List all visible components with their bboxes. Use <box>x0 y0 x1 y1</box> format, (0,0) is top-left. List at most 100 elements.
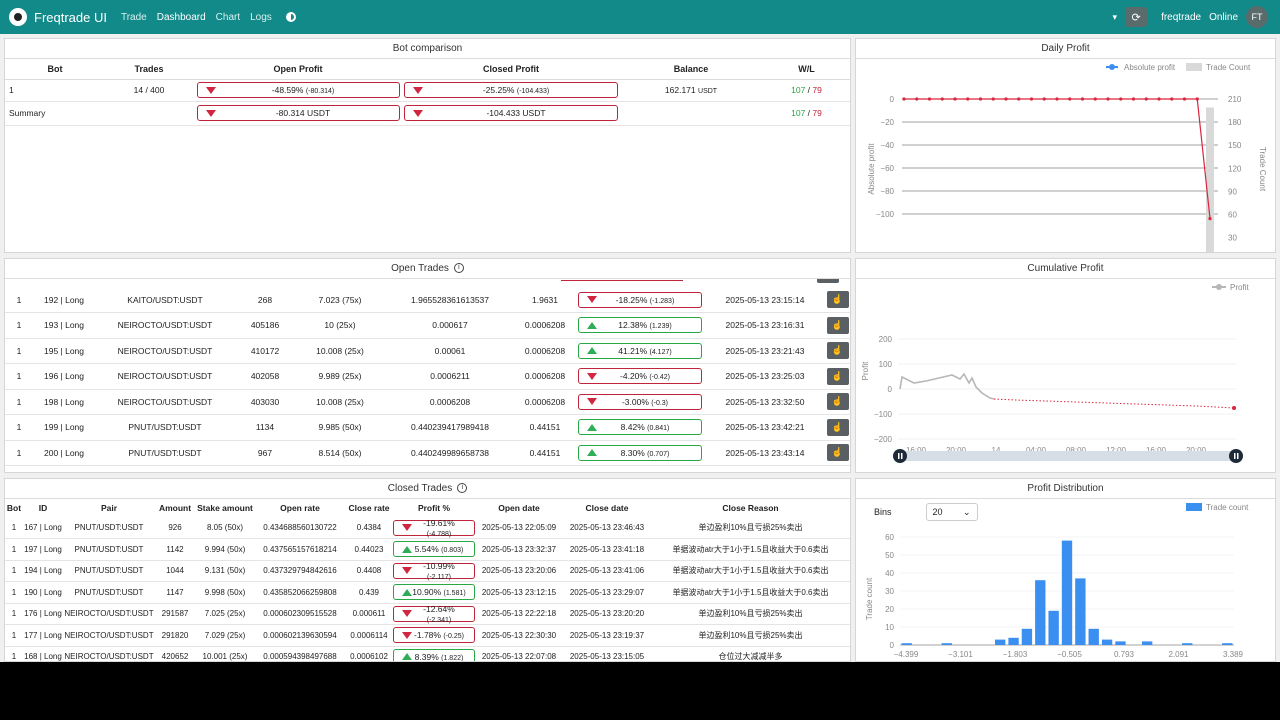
absolute-profit-point[interactable] <box>1131 97 1136 101</box>
table-row[interactable]: 1 195 | Long NEIROCTO/USDT:USDT 410172 10.00… <box>5 338 850 364</box>
col-id[interactable]: ID <box>23 499 63 517</box>
brand-title[interactable]: Freqtrade UI <box>34 10 107 25</box>
col-close-reason[interactable]: Close Reason <box>651 499 850 517</box>
trade-actions-button[interactable]: ☝ <box>826 444 849 462</box>
absolute-profit-point[interactable] <box>1208 217 1212 221</box>
absolute-profit-point[interactable] <box>1144 97 1148 101</box>
theme-toggle-icon[interactable] <box>285 12 296 22</box>
col-pair[interactable]: Pair <box>63 499 155 517</box>
absolute-profit-point[interactable] <box>1157 97 1161 101</box>
nav-link-trade[interactable]: Trade <box>121 12 147 23</box>
absolute-profit-line[interactable] <box>904 98 1211 219</box>
absolute-profit-point[interactable] <box>1119 97 1123 101</box>
absolute-profit-point[interactable] <box>1068 97 1072 101</box>
absolute-profit-point[interactable] <box>1017 97 1021 101</box>
trade-actions-button[interactable]: ☝ <box>826 367 849 385</box>
info-icon[interactable]: i <box>457 483 468 494</box>
histogram-bar[interactable] <box>1115 641 1126 645</box>
histogram-bar[interactable] <box>1021 628 1033 645</box>
table-row[interactable]: 1 168 | Long NEIROCTO/USDT:USDT 420652 10.00… <box>5 646 850 661</box>
absolute-profit-point[interactable] <box>1170 97 1174 101</box>
refresh-button[interactable]: ⟳ <box>1125 7 1148 27</box>
table-row[interactable]: 1 192 | Long KAITO/USDT:USDT 268 7.023 (75x)… <box>5 287 850 313</box>
absolute-profit-point[interactable] <box>915 97 919 101</box>
trade-actions-button[interactable]: ☝ <box>826 291 849 308</box>
table-row[interactable]: 1 177 | Long NEIROCTO/USDT:USDT 291820 7.029… <box>5 625 850 646</box>
histogram-bar[interactable] <box>1101 639 1113 645</box>
legend-trade-count[interactable]: Trade count <box>1206 503 1249 512</box>
histogram-bar[interactable] <box>1075 578 1086 645</box>
absolute-profit-point[interactable] <box>1055 97 1059 101</box>
cumulative-profit-line[interactable] <box>899 372 995 400</box>
absolute-profit-point[interactable] <box>1004 97 1008 101</box>
absolute-profit-point[interactable] <box>966 97 970 101</box>
legend-absolute-profit[interactable]: Absolute profit <box>1124 63 1176 72</box>
zoom-handle-right-icon[interactable] <box>1229 449 1243 463</box>
col-stake-amount[interactable]: Stake amount <box>195 499 255 517</box>
nav-link-dashboard[interactable]: Dashboard <box>157 12 206 23</box>
histogram-bar[interactable] <box>941 643 952 645</box>
col-open-profit[interactable]: Open Profit <box>193 59 403 79</box>
table-row[interactable]: 1 200 | Long PNUT/USDT:USDT 967 8.514 (50x) 0… <box>5 440 850 466</box>
absolute-profit-point[interactable] <box>991 97 995 101</box>
chevron-down-icon[interactable]: ▾ <box>1113 12 1118 23</box>
absolute-profit-point[interactable] <box>927 97 932 101</box>
col-balance[interactable]: Balance <box>619 59 763 79</box>
histogram-bar[interactable] <box>1061 540 1073 645</box>
info-icon[interactable]: i <box>453 263 464 274</box>
absolute-profit-point[interactable] <box>1106 97 1110 101</box>
avatar[interactable]: FT <box>1246 6 1268 28</box>
zoom-slider-track[interactable] <box>900 451 1236 461</box>
table-row[interactable]: 1 176 | Long NEIROCTO/USDT:USDT 291587 7.025… <box>5 603 850 625</box>
absolute-profit-point[interactable] <box>1042 97 1046 101</box>
nav-link-chart[interactable]: Chart <box>216 12 240 23</box>
col-close-rate[interactable]: Close rate <box>345 499 393 517</box>
cumulative-profit-endpoint[interactable] <box>1232 406 1236 410</box>
cumulative-profit-tail[interactable] <box>993 398 1235 409</box>
legend-profit[interactable]: Profit <box>1230 283 1249 292</box>
histogram-bar[interactable] <box>1141 641 1153 645</box>
col-bot[interactable]: Bot <box>5 499 23 517</box>
table-row[interactable]: 1 193 | Long NEIROCTO/USDT:USDT 405186 10 (2… <box>5 313 850 338</box>
histogram-bar[interactable] <box>1088 628 1099 645</box>
histogram-bar[interactable] <box>1008 637 1019 645</box>
trade-actions-button[interactable]: ☝ <box>826 316 849 334</box>
absolute-profit-point[interactable] <box>940 97 944 101</box>
table-row[interactable]: 1 194 | Long PNUT/USDT:USDT 1044 9.131 (50x)… <box>5 560 850 582</box>
table-row[interactable]: 1 190 | Long PNUT/USDT:USDT 1147 9.998 (50x)… <box>5 582 850 603</box>
col-profit[interactable]: Profit % <box>393 499 475 517</box>
table-row[interactable]: 1 198 | Long NEIROCTO/USDT:USDT 403030 10.00… <box>5 389 850 415</box>
col-open-date[interactable]: Open date <box>475 499 563 517</box>
table-row[interactable]: 1 197 | Long PNUT/USDT:USDT 1142 9.994 (50x)… <box>5 539 850 560</box>
col-open-rate[interactable]: Open rate <box>255 499 345 517</box>
histogram-bar[interactable] <box>1182 643 1193 645</box>
absolute-profit-point[interactable] <box>978 97 983 101</box>
col-closed-profit[interactable]: Closed Profit <box>403 59 619 79</box>
absolute-profit-point[interactable] <box>1080 97 1085 101</box>
col-amount[interactable]: Amount <box>155 499 195 517</box>
absolute-profit-point[interactable] <box>953 97 957 101</box>
daily-profit-chart[interactable]: Absolute profit Trade Count Absolute pro… <box>856 59 1276 253</box>
absolute-profit-point[interactable] <box>1195 97 1199 101</box>
col-bot[interactable]: Bot <box>5 59 105 79</box>
trade-count-bar[interactable] <box>1206 107 1214 253</box>
table-row[interactable]: 1 196 | Long NEIROCTO/USDT:USDT 402058 9.989… <box>5 364 850 389</box>
trade-actions-button[interactable]: ☝ <box>826 393 849 411</box>
trade-actions-button[interactable]: ☝ <box>826 418 849 436</box>
histogram-bar[interactable] <box>901 643 912 645</box>
histogram-bar[interactable] <box>995 639 1006 645</box>
absolute-profit-point[interactable] <box>1093 97 1097 101</box>
cumulative-profit-chart[interactable]: Profit Profit 2001000−100−20016:00 20:00 1… <box>856 279 1276 473</box>
col-close-date[interactable]: Close date <box>563 499 651 517</box>
col-trades[interactable]: Trades <box>105 59 193 79</box>
profit-distribution-chart[interactable]: Trade count Trade count 60 50 40 30 20 10 0−4.… <box>856 499 1276 662</box>
nav-link-logs[interactable]: Logs <box>250 12 272 23</box>
legend-trade-count[interactable]: Trade Count <box>1206 63 1251 72</box>
histogram-bar[interactable] <box>1035 580 1046 645</box>
absolute-profit-point[interactable] <box>1029 97 1034 101</box>
zoom-handle-left-icon[interactable] <box>893 449 907 463</box>
histogram-bar[interactable] <box>1222 643 1233 645</box>
freqtrade-logo-icon[interactable] <box>9 8 27 26</box>
table-row[interactable]: 1 167 | Long PNUT/USDT:USDT 926 8.05 (50x) 0.… <box>5 517 850 539</box>
table-row[interactable]: 1 199 | Long PNUT/USDT:USDT 1134 9.985 (50x)… <box>5 415 850 440</box>
